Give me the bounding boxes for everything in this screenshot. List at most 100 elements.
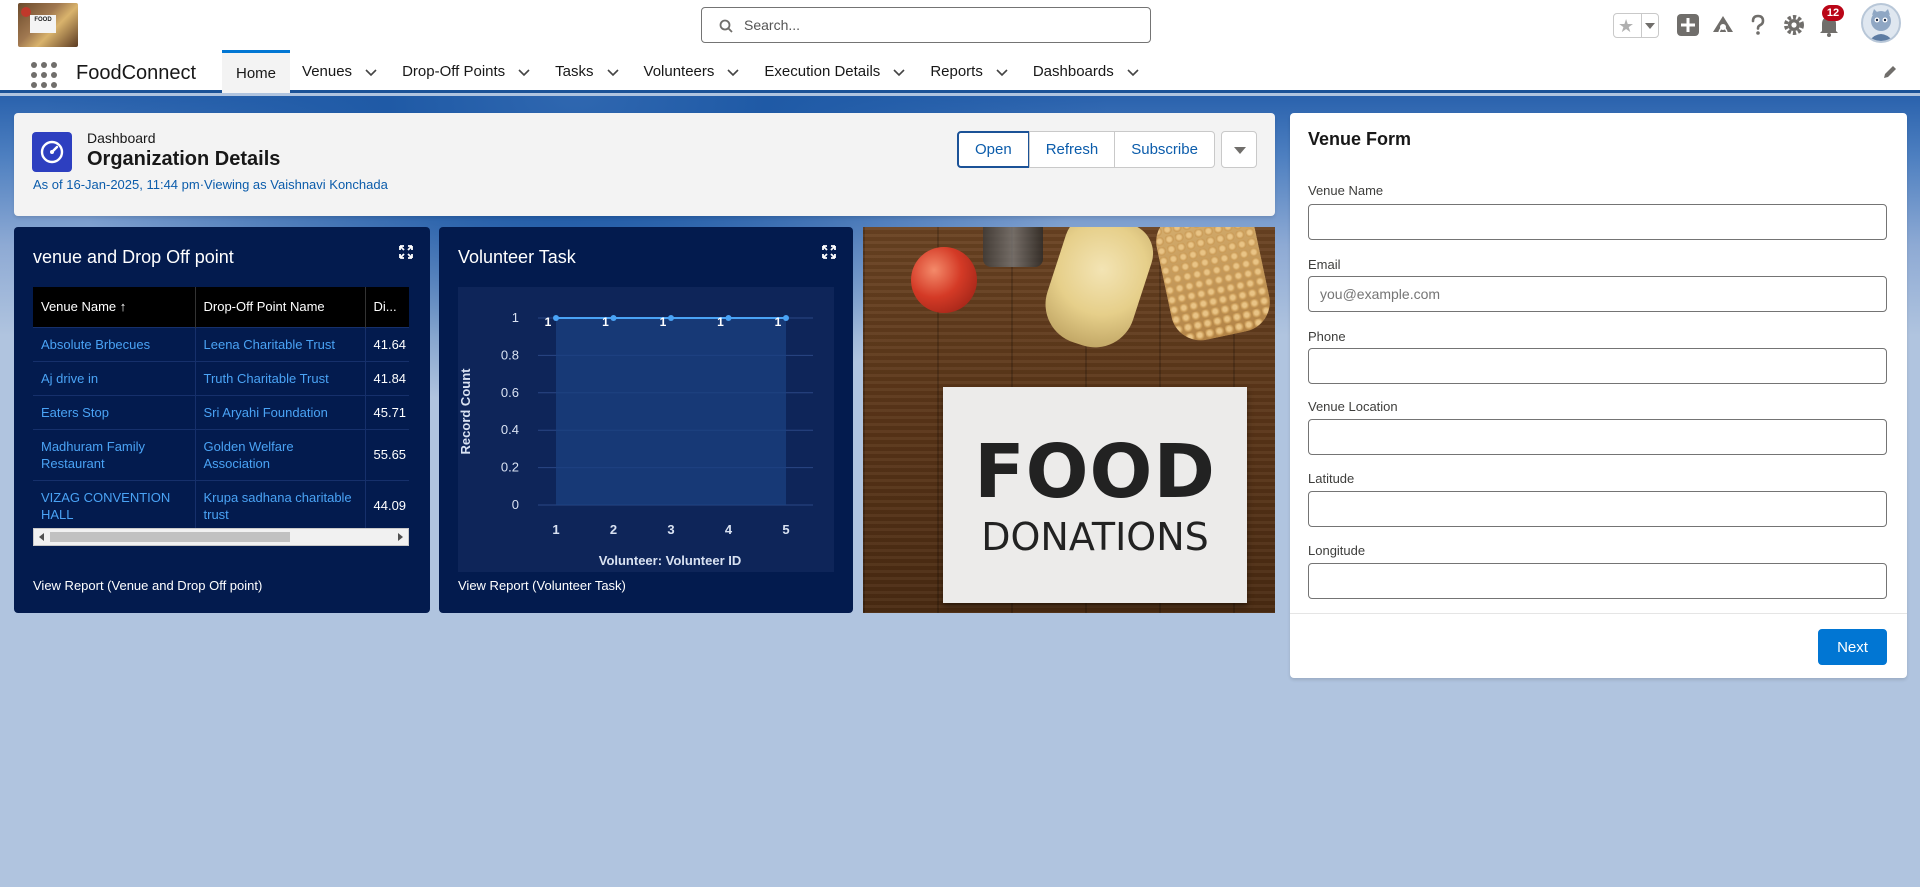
tab-dashboards[interactable]: Dashboards bbox=[1021, 50, 1152, 93]
data-label: 1 bbox=[717, 315, 724, 329]
drop-off-link[interactable]: Truth Charitable Trust bbox=[195, 360, 366, 395]
column-header-distance[interactable]: Di... bbox=[365, 287, 409, 327]
tab-home[interactable]: Home bbox=[222, 50, 291, 93]
drop-off-link[interactable]: Sri Aryahi Foundation bbox=[195, 394, 366, 429]
tab-tasks[interactable]: Tasks bbox=[543, 50, 631, 93]
data-label: 1 bbox=[660, 315, 667, 329]
refresh-button[interactable]: Refresh bbox=[1028, 131, 1116, 168]
chevron-down-icon[interactable] bbox=[892, 65, 906, 79]
tab-reports[interactable]: Reports bbox=[918, 50, 1021, 93]
venue-link[interactable]: VIZAG CONVENTION HALL bbox=[33, 479, 196, 531]
chevron-down-icon bbox=[1233, 147, 1246, 154]
report-table-container: Venue Name ↑ Drop-Off Point Name Di... A… bbox=[33, 287, 409, 549]
search-icon bbox=[719, 19, 733, 33]
y-tick-label: 0 bbox=[512, 497, 519, 512]
scroll-thumb[interactable] bbox=[50, 532, 290, 542]
chevron-down-icon[interactable] bbox=[1126, 65, 1140, 79]
help-icon[interactable] bbox=[1745, 12, 1771, 38]
sign-headline: FOOD bbox=[974, 429, 1216, 515]
tab-volunteers[interactable]: Volunteers bbox=[632, 50, 753, 93]
drop-off-link[interactable]: Golden Welfare Association bbox=[195, 428, 366, 480]
venue-link[interactable]: Absolute Brbecues bbox=[33, 326, 196, 361]
tab-venues[interactable]: Venues bbox=[290, 50, 390, 93]
view-report-link[interactable]: View Report (Volunteer Task) bbox=[458, 578, 626, 593]
venue-location-field[interactable] bbox=[1308, 419, 1887, 455]
venue-link[interactable]: Eaters Stop bbox=[33, 394, 196, 429]
jar-graphic bbox=[983, 227, 1043, 267]
drop-off-link[interactable]: Leena Charitable Trust bbox=[195, 326, 366, 361]
app-nav-bar: FoodConnect Home Venues Drop-Off Points … bbox=[0, 50, 1920, 93]
form-title: Venue Form bbox=[1308, 129, 1412, 149]
widget-title: Volunteer Task bbox=[458, 247, 576, 267]
scroll-right-icon[interactable] bbox=[398, 533, 403, 541]
star-icon: ★ bbox=[1618, 16, 1635, 36]
dashboard-actions: Open Refresh Subscribe bbox=[957, 131, 1257, 168]
expand-icon[interactable] bbox=[822, 245, 836, 259]
longitude-field[interactable] bbox=[1308, 563, 1887, 599]
drop-off-link[interactable]: Krupa sadhana charitable trust bbox=[195, 479, 366, 531]
distance-value: 45.71 bbox=[365, 394, 409, 429]
y-axis-title: Record Count bbox=[458, 368, 473, 455]
phone-label: Phone bbox=[1308, 329, 1346, 344]
x-axis-title: Volunteer: Volunteer ID bbox=[599, 553, 742, 568]
favorites-button[interactable]: ★ bbox=[1613, 13, 1659, 38]
more-actions-button[interactable] bbox=[1220, 131, 1257, 168]
table-row: Madhuram Family Restaurant Golden Welfar… bbox=[33, 428, 409, 480]
latitude-label: Latitude bbox=[1308, 471, 1355, 486]
app-name: FoodConnect bbox=[76, 62, 197, 84]
tab-execution-details[interactable]: Execution Details bbox=[752, 50, 918, 93]
app-logo[interactable]: FOOD bbox=[18, 3, 78, 47]
tab-drop-off-points[interactable]: Drop-Off Points bbox=[390, 50, 543, 93]
chevron-down-icon[interactable] bbox=[606, 65, 620, 79]
data-label: 1 bbox=[545, 315, 552, 329]
venue-dropoff-widget: venue and Drop Off point Venue Name ↑ Dr… bbox=[14, 227, 430, 613]
chevron-down-icon[interactable] bbox=[517, 65, 531, 79]
venue-link[interactable]: Madhuram Family Restaurant bbox=[33, 428, 196, 480]
phone-field[interactable] bbox=[1308, 348, 1887, 384]
page-title: Organization Details bbox=[87, 148, 281, 170]
expand-icon[interactable] bbox=[399, 245, 413, 259]
x-tick-label: 2 bbox=[610, 522, 617, 537]
open-button[interactable]: Open bbox=[957, 131, 1030, 168]
food-donations-image: FOOD DONATIONS bbox=[863, 227, 1275, 613]
data-label: 1 bbox=[775, 315, 782, 329]
subscribe-button[interactable]: Subscribe bbox=[1114, 131, 1215, 168]
global-search[interactable] bbox=[701, 7, 1151, 43]
chart-area: 0 0.2 0.4 0.6 0.8 1 1 1 1 2 1 3 1 4 1 5 Volunteer: Volun… bbox=[458, 287, 834, 572]
distance-value: 41.84 bbox=[365, 360, 409, 395]
chevron-down-icon[interactable] bbox=[364, 65, 378, 79]
column-header-drop-off-point[interactable]: Drop-Off Point Name bbox=[195, 287, 366, 327]
view-report-link[interactable]: View Report (Venue and Drop Off point) bbox=[33, 578, 262, 593]
horizontal-scrollbar[interactable] bbox=[33, 528, 409, 546]
add-icon[interactable] bbox=[1675, 12, 1701, 38]
chevron-down-icon[interactable] bbox=[726, 65, 740, 79]
scroll-left-icon[interactable] bbox=[39, 533, 44, 541]
volunteer-task-chart: 0 0.2 0.4 0.6 0.8 1 1 1 1 2 1 3 1 4 1 5 Volunteer: Volun… bbox=[458, 310, 813, 568]
report-table: Venue Name ↑ Drop-Off Point Name Di... A… bbox=[33, 287, 409, 531]
distance-value: 41.64 bbox=[365, 326, 409, 361]
app-launcher-icon[interactable] bbox=[31, 62, 57, 88]
form-footer-divider bbox=[1290, 613, 1907, 614]
next-button[interactable]: Next bbox=[1818, 629, 1887, 665]
distance-value: 44.09 bbox=[365, 479, 409, 531]
chevron-down-icon[interactable] bbox=[1645, 23, 1655, 29]
search-input[interactable] bbox=[744, 14, 1134, 36]
edit-nav-pencil-icon[interactable] bbox=[1882, 64, 1898, 80]
gear-icon[interactable] bbox=[1781, 12, 1807, 38]
user-avatar-icon bbox=[1869, 9, 1893, 41]
trailhead-icon[interactable] bbox=[1710, 12, 1736, 38]
chevron-down-icon[interactable] bbox=[995, 65, 1009, 79]
data-point bbox=[610, 315, 617, 321]
email-field[interactable] bbox=[1308, 276, 1887, 312]
y-tick-label: 0.2 bbox=[501, 460, 519, 475]
avatar[interactable] bbox=[1861, 3, 1901, 43]
distance-value: 55.65 bbox=[365, 428, 409, 480]
x-tick-label: 5 bbox=[782, 522, 789, 537]
column-header-venue-name[interactable]: Venue Name ↑ bbox=[33, 287, 196, 327]
data-point bbox=[783, 315, 789, 321]
venue-name-field[interactable] bbox=[1308, 204, 1887, 240]
venue-link[interactable]: Aj drive in bbox=[33, 360, 196, 395]
latitude-field[interactable] bbox=[1308, 491, 1887, 527]
venue-name-label: Venue Name bbox=[1308, 183, 1384, 198]
dashboard-eyebrow: Dashboard bbox=[87, 130, 156, 146]
